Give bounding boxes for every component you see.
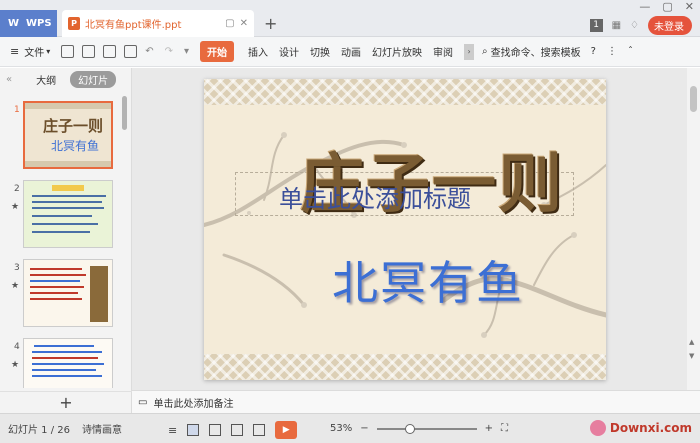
document-tab-title: 北冥有鱼ppt课件.ppt [85,20,182,31]
slide-number: 1 [14,105,20,115]
thumbnail-list: 1 庄子一则 北冥有鱼 2 ★ 3 ★ 4 ★ [0,93,120,388]
slide-thumbnail[interactable] [23,338,113,388]
slide[interactable]: 庄子一则 单击此处添加标题 北冥有鱼 [204,79,606,380]
slide-subtitle[interactable]: 北冥有鱼 [332,247,524,313]
zoom-in-icon[interactable]: + [485,423,493,434]
ppt-file-icon: P [68,17,80,30]
scroll-down-icon[interactable]: ▼ [689,352,694,360]
more-options-icon[interactable]: ⋮ [607,46,617,57]
chevron-down-icon: ▾ [46,47,51,56]
tab-insert[interactable]: 插入 [248,44,268,59]
watermark: Downxi.com [589,420,692,436]
sorter-view-icon[interactable] [209,424,222,436]
thumbnail-title: 庄子一则 [43,117,104,135]
slide-number: 2 [14,184,20,194]
add-slide-button[interactable]: + [0,391,132,413]
window-icon[interactable]: ▢ [225,18,234,29]
wps-tab-label: WPS [26,18,52,29]
slide-bottom-border [204,354,606,380]
zoom-slider-knob[interactable] [404,423,415,434]
notes-toggle-icon[interactable]: ≡ [168,424,177,437]
watermark-text: Downxi.com [609,421,692,435]
close-tab-icon[interactable]: ✕ [240,18,248,29]
animation-star-icon: ★ [11,202,20,212]
slide-thumbnail[interactable]: 庄子一则 北冥有鱼 [23,101,113,169]
file-menu[interactable]: ≡ 文件 ▾ [10,44,50,59]
more-tabs-icon[interactable]: › [464,43,475,60]
title-bar: W WPS P 北冥有鱼ppt课件.ppt ▢ ✕ + — ▢ ✕ 1 ▦ ♢ … [0,0,700,37]
collapse-ribbon-icon[interactable]: ˆ [628,46,633,57]
command-search[interactable]: ⌕ 查找命令、搜索模板 [482,44,581,59]
collapse-panel-icon[interactable]: « [6,74,12,85]
normal-view-icon[interactable] [187,424,200,436]
zoom-level[interactable]: 53% [330,423,352,434]
titlebar-right: 1 ▦ ♢ 未登录 [589,0,700,37]
notes-bar[interactable]: ▭ 单击此处添加备注 [132,390,700,413]
undo-icon[interactable]: ↶ [145,46,153,57]
tab-outline[interactable]: 大纲 [28,71,64,88]
tab-start[interactable]: 开始 [200,41,235,62]
panel-tabs: « 大纲 幻灯片 [0,68,131,90]
slide-panel: « 大纲 幻灯片 1 庄子一则 北冥有鱼 2 ★ 3 ★ 4 ★ + [0,68,132,413]
slide-canvas: 庄子一则 单击此处添加标题 北冥有鱼 [132,68,687,390]
title-placeholder-text[interactable]: 单击此处添加标题 [279,179,471,214]
theme-name[interactable]: 诗情画意 [82,421,122,436]
preview-icon[interactable] [124,45,138,58]
login-button[interactable]: 未登录 [648,16,692,35]
tab-slides[interactable]: 幻灯片 [70,70,117,88]
animation-star-icon: ★ [11,360,20,370]
slide-top-border [204,79,606,105]
reading-view-icon[interactable] [231,424,244,436]
command-search-label: 查找命令、搜索模板 [490,48,581,59]
record-icon[interactable] [253,424,266,436]
status-bar: 幻灯片 1 / 26 诗情画意 ≡ ▶ 53% − + ⛶ Downxi.com [0,413,700,443]
search-icon: ⌕ [482,46,488,57]
save-icon[interactable] [82,45,96,58]
help-icon[interactable]: ? [591,46,596,57]
zoom-slider[interactable] [376,423,477,434]
hamburger-icon: ≡ [10,45,20,58]
tab-design[interactable]: 设计 [279,44,299,59]
skin-icon[interactable]: ▦ [612,20,621,31]
play-slideshow-button[interactable]: ▶ [275,421,298,439]
fit-window-icon[interactable]: ⛶ [501,423,508,434]
thumbnail-subtitle: 北冥有鱼 [51,139,100,153]
tab-animation[interactable]: 动画 [341,44,361,59]
more-quick-icon[interactable]: ▾ [184,46,189,57]
new-tab-icon[interactable]: + [264,14,277,33]
slide-number: 4 [14,342,20,352]
thumbnail-scrollbar[interactable] [122,96,127,130]
wps-logo-icon: W [8,17,20,29]
wps-home-tab[interactable]: W WPS [0,10,57,37]
document-tab[interactable]: P 北冥有鱼ppt课件.ppt ▢ ✕ [62,10,254,37]
slide-number: 3 [14,263,20,273]
open-icon[interactable] [61,45,75,58]
tab-slideshow[interactable]: 幻灯片放映 [372,44,422,59]
redo-icon[interactable]: ↷ [165,46,173,57]
print-icon[interactable] [103,45,117,58]
view-controls: ≡ ▶ [168,421,298,439]
notes-icon: ▭ [138,396,148,408]
tab-transition[interactable]: 切换 [310,44,330,59]
zoom-out-icon[interactable]: − [360,423,368,434]
scrollbar-thumb[interactable] [690,86,697,112]
notification-count-badge[interactable]: 1 [589,19,603,32]
canvas-scrollbar[interactable]: ▲ ▼ [687,68,700,390]
zoom-control: 53% − + ⛶ [330,423,508,434]
shirt-icon[interactable]: ♢ [630,20,639,31]
slide-counter: 幻灯片 1 / 26 [8,425,70,436]
notes-placeholder: 单击此处添加备注 [153,398,234,410]
slide-thumbnail[interactable] [23,180,113,248]
tab-review[interactable]: 审阅 [433,44,453,59]
file-menu-label: 文件 [24,48,45,59]
slide-thumbnail[interactable] [23,259,113,327]
watermark-logo-icon [589,420,606,436]
menu-bar: ≡ 文件 ▾ ↶ ↷ ▾ 开始 插入 设计 切换 动画 幻灯片放映 审阅 › ⌕… [0,37,700,67]
animation-star-icon: ★ [11,281,20,291]
scroll-up-icon[interactable]: ▲ [689,338,694,346]
